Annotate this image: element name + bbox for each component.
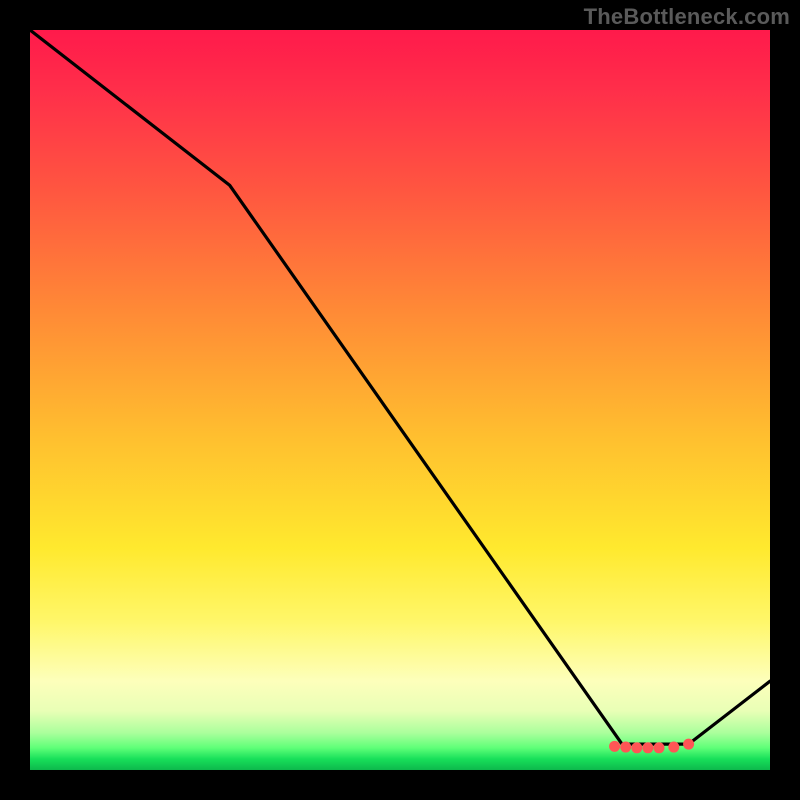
valley-marker [642,742,653,753]
valley-marker [609,741,620,752]
valley-marker [620,742,631,753]
plot-area [30,30,770,770]
valley-marker [654,742,665,753]
valley-markers [609,739,694,754]
valley-marker [631,742,642,753]
curve-line [30,30,770,744]
chart-overlay [30,30,770,770]
chart-frame: TheBottleneck.com [0,0,800,800]
valley-marker [668,742,679,753]
valley-marker [683,739,694,750]
attribution-label: TheBottleneck.com [584,4,790,30]
